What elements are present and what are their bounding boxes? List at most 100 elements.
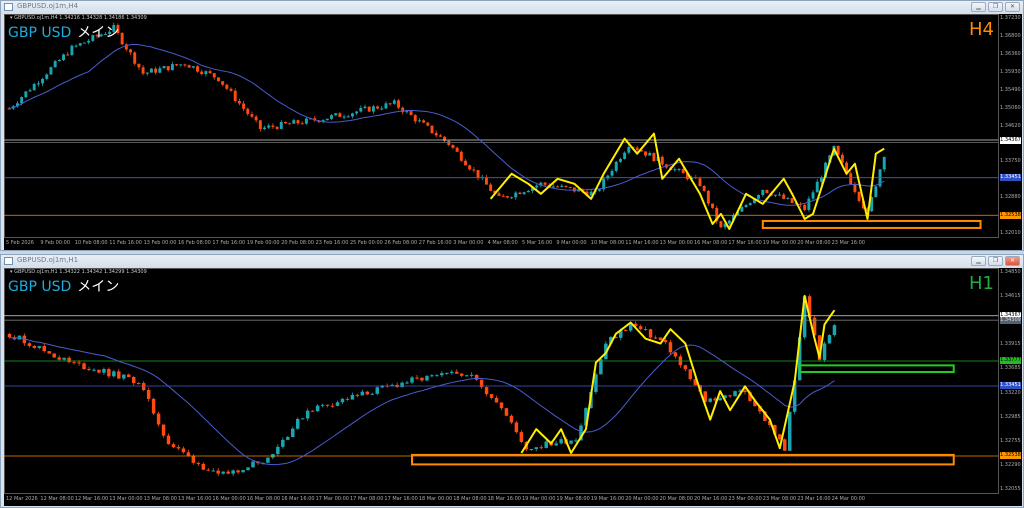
- candle-body: [304, 118, 308, 124]
- candle: [36, 80, 40, 87]
- candle-body: [20, 97, 24, 104]
- candle: [183, 63, 187, 68]
- restore-button[interactable]: ❐: [988, 2, 1003, 12]
- titlebar[interactable]: GBPUSD.oj1m,H1 ▁ ❐ ✕: [1, 255, 1023, 268]
- candle-body: [673, 352, 678, 357]
- candle: [702, 185, 706, 192]
- chart-canvas: [4, 268, 999, 494]
- candle: [266, 457, 270, 463]
- candle-body: [660, 156, 664, 165]
- candle-body: [514, 192, 518, 198]
- candle: [455, 369, 459, 375]
- candle: [443, 136, 447, 143]
- candle: [204, 70, 208, 77]
- candle: [129, 48, 132, 55]
- candle-body: [375, 387, 379, 394]
- candle-body: [644, 151, 648, 156]
- candle: [623, 151, 627, 160]
- candle-body: [668, 342, 673, 353]
- candle: [281, 437, 285, 449]
- candle: [300, 418, 305, 420]
- candle-body: [330, 115, 333, 119]
- minimize-button[interactable]: ▁: [971, 256, 986, 266]
- candle: [136, 382, 141, 385]
- restore-button[interactable]: ❐: [988, 256, 1003, 266]
- candle-body: [131, 376, 136, 384]
- candle: [350, 392, 355, 400]
- candle: [334, 112, 338, 117]
- candle-body: [376, 106, 380, 109]
- candle-body: [47, 351, 51, 354]
- price-chart[interactable]: ▾ GBPUSD.oj1m,H1 1.34322 1.34342 1.34299…: [4, 268, 1022, 506]
- candle: [384, 101, 388, 110]
- time-axis-label: 19 Mar 00:00: [522, 496, 556, 502]
- candle-body: [551, 186, 555, 188]
- titlebar[interactable]: GBPUSD.oj1m,H4 ▁ ❐ ✕: [1, 1, 1023, 14]
- candle: [67, 356, 71, 364]
- candle: [556, 185, 560, 188]
- candle: [161, 424, 166, 438]
- candle-body: [544, 441, 548, 448]
- candle-body: [623, 329, 628, 331]
- close-button[interactable]: ✕: [1005, 256, 1020, 266]
- candle: [440, 370, 444, 378]
- candle-body: [643, 329, 648, 331]
- candle-body: [708, 398, 712, 402]
- price-chart[interactable]: ▾ GBPUSD.oj1m,H4 1.34216 1.34328 1.34186…: [4, 14, 1022, 250]
- candle-body: [677, 168, 681, 170]
- candle-body: [783, 439, 787, 451]
- candle: [522, 191, 526, 195]
- minimize-button[interactable]: ▁: [971, 2, 986, 12]
- zigzag-line: [489, 132, 885, 230]
- time-axis-label: 13 Mar 00:00: [109, 496, 143, 502]
- candle: [216, 77, 220, 82]
- candle-body: [468, 165, 472, 170]
- time-axis-label: 24 Mar 00:00: [831, 496, 865, 502]
- candle: [778, 192, 782, 196]
- candle: [832, 324, 837, 337]
- candle-body: [648, 329, 653, 338]
- candle: [370, 392, 375, 395]
- candle-body: [409, 111, 413, 116]
- candle: [415, 374, 419, 380]
- candle: [509, 414, 514, 425]
- candle-body: [310, 410, 315, 412]
- candle: [122, 374, 126, 381]
- candle-body: [254, 116, 258, 121]
- candle-body: [790, 198, 794, 203]
- candle: [201, 462, 206, 471]
- candle-body: [241, 470, 245, 473]
- candle: [400, 381, 404, 388]
- candle-body: [276, 446, 280, 455]
- candle: [450, 369, 454, 375]
- chart-window-icon: [4, 257, 13, 265]
- candle-body: [849, 173, 853, 184]
- candle-body: [175, 64, 179, 66]
- close-button[interactable]: ✕: [1005, 2, 1020, 12]
- candle: [145, 72, 149, 76]
- candle-body: [778, 194, 782, 196]
- zone-rectangle: [761, 219, 982, 229]
- time-axis-label: 5 Feb 2026: [6, 240, 34, 246]
- candle-body: [92, 369, 96, 371]
- candle-body: [822, 343, 827, 360]
- candle-body: [62, 54, 65, 61]
- candle: [882, 156, 886, 172]
- time-axis-label: 10 Feb 08:00: [74, 240, 108, 246]
- candle: [464, 159, 467, 166]
- candle: [275, 125, 279, 131]
- candle: [648, 328, 653, 339]
- candle-body: [226, 471, 230, 474]
- candle: [156, 411, 161, 427]
- candle-body: [196, 462, 201, 464]
- candle: [878, 168, 882, 188]
- price-axis-label: 1.32055: [1000, 486, 1021, 492]
- candle-body: [242, 103, 246, 109]
- candle-body: [405, 111, 409, 113]
- candle-body: [283, 121, 287, 124]
- candle: [310, 410, 315, 412]
- candle: [320, 403, 325, 408]
- candle-body: [127, 374, 131, 377]
- candle: [413, 114, 417, 124]
- candle-body: [782, 194, 786, 199]
